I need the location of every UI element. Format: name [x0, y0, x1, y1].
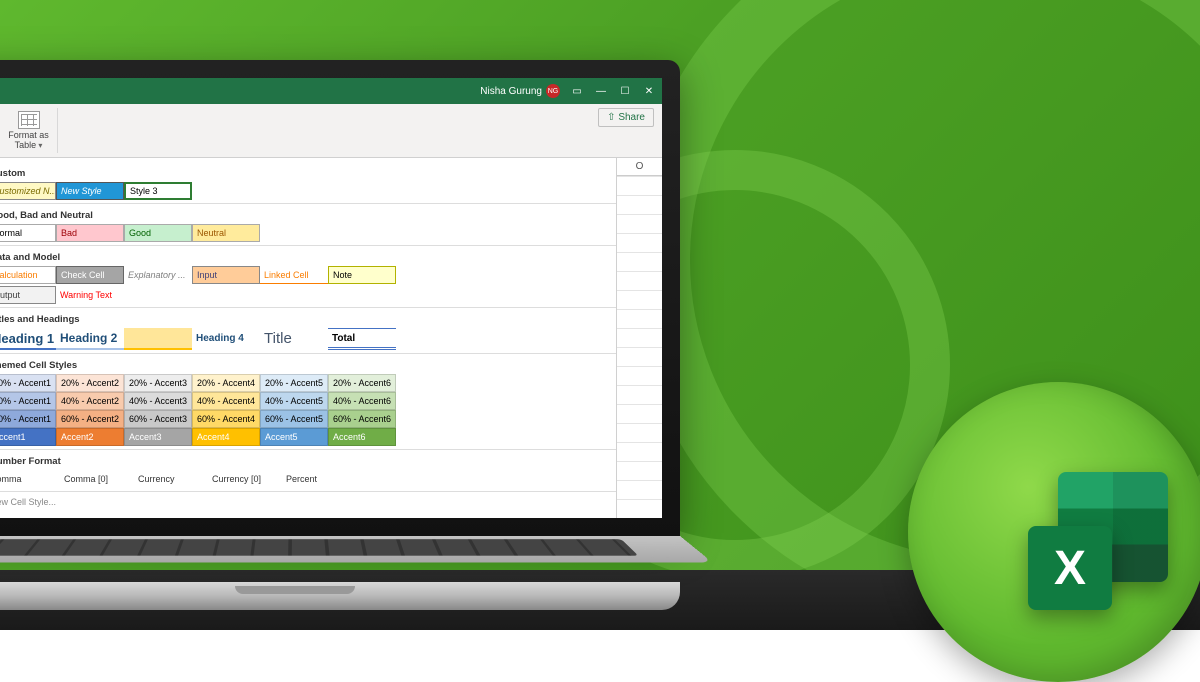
style-swatch[interactable]: Explanatory ... [124, 266, 192, 284]
style-swatch[interactable]: Total [328, 328, 396, 350]
excel-logo-x-icon: X [1028, 526, 1112, 610]
style-swatch[interactable]: Accent3 [124, 428, 192, 446]
number-format-swatch[interactable]: Currency [138, 474, 200, 484]
style-swatch[interactable]: Normal [0, 224, 56, 242]
style-swatch[interactable] [124, 328, 192, 350]
window-titlebar: Nisha Gurung NG ▭ — ☐ ✕ [0, 78, 662, 104]
style-swatch[interactable]: 40% - Accent1 [0, 392, 56, 410]
style-swatch[interactable]: 40% - Accent5 [260, 392, 328, 410]
spreadsheet-right-columns: O [616, 158, 662, 518]
style-swatch[interactable]: 20% - Accent2 [56, 374, 124, 392]
minimize-button[interactable]: — [594, 84, 608, 98]
style-swatch[interactable]: 20% - Accent3 [124, 374, 192, 392]
laptop-frame: Nisha Gurung NG ▭ — ☐ ✕ Conditional Form… [0, 60, 680, 610]
style-swatch[interactable]: 40% - Accent4 [192, 392, 260, 410]
style-swatch[interactable]: 20% - Accent6 [328, 374, 396, 392]
themed-cell-styles-label: Themed Cell Styles [0, 360, 650, 371]
style-swatch[interactable]: Heading 1 [0, 328, 56, 350]
custom-section-label: Custom [0, 168, 650, 179]
number-format-label: Number Format [0, 456, 650, 467]
ribbon: Conditional Formatting Format as Table S… [0, 104, 662, 158]
style-swatch[interactable]: Good [124, 224, 192, 242]
style-swatch[interactable]: 20% - Accent1 [0, 374, 56, 392]
style-swatch[interactable]: Customized N... [0, 182, 56, 200]
style-swatch[interactable]: 60% - Accent1 [0, 410, 56, 428]
style-swatch[interactable]: Heading 2 [56, 328, 124, 350]
good-bad-neutral-label: Good, Bad and Neutral [0, 210, 650, 221]
style-swatch[interactable]: Title [260, 328, 328, 350]
number-format-swatch[interactable]: Comma [0, 474, 52, 484]
ribbon-display-options-icon[interactable]: ▭ [570, 84, 584, 98]
style-swatch[interactable]: 60% - Accent2 [56, 410, 124, 428]
style-swatch[interactable]: 40% - Accent3 [124, 392, 192, 410]
number-format-swatch[interactable]: Comma [0] [64, 474, 126, 484]
number-format-swatch[interactable]: Currency [0] [212, 474, 274, 484]
style-swatch[interactable]: 20% - Accent4 [192, 374, 260, 392]
user-account[interactable]: Nisha Gurung NG [480, 84, 560, 98]
close-button[interactable]: ✕ [642, 84, 656, 98]
cell-styles-gallery: Custom Customized N...New StyleStyle 3 G… [0, 158, 662, 518]
style-swatch[interactable]: Calculation [0, 266, 56, 284]
grid-lines [617, 176, 662, 518]
style-swatch[interactable]: Neutral [192, 224, 260, 242]
style-swatch[interactable]: Warning Text [56, 286, 124, 304]
style-swatch[interactable]: Linked Cell [260, 266, 328, 284]
style-swatch[interactable]: New Style [56, 182, 124, 200]
style-swatch[interactable]: Style 3 [124, 182, 192, 200]
style-swatch[interactable]: Note [328, 266, 396, 284]
style-swatch[interactable]: 40% - Accent2 [56, 392, 124, 410]
style-swatch[interactable]: 20% - Accent5 [260, 374, 328, 392]
laptop-keyboard [0, 536, 713, 562]
style-swatch[interactable]: Check Cell [56, 266, 124, 284]
style-swatch[interactable]: 60% - Accent4 [192, 410, 260, 428]
format-as-table-icon [18, 111, 40, 129]
style-swatch[interactable]: Accent6 [328, 428, 396, 446]
style-swatch[interactable]: 40% - Accent6 [328, 392, 396, 410]
maximize-button[interactable]: ☐ [618, 84, 632, 98]
style-swatch[interactable]: Input [192, 266, 260, 284]
number-format-swatch[interactable]: Percent [286, 474, 348, 484]
share-button[interactable]: Share [598, 108, 654, 127]
style-swatch[interactable]: 60% - Accent3 [124, 410, 192, 428]
titles-and-headings-label: Titles and Headings [0, 314, 650, 325]
format-as-table-button[interactable]: Format as Table [0, 108, 58, 153]
laptop-base [0, 582, 680, 610]
user-name-label: Nisha Gurung [480, 86, 542, 97]
style-swatch[interactable]: Accent1 [0, 428, 56, 446]
style-swatch[interactable]: Heading 4 [192, 328, 260, 350]
style-swatch[interactable]: Bad [56, 224, 124, 242]
style-swatch[interactable]: Output [0, 286, 56, 304]
excel-window: Nisha Gurung NG ▭ — ☐ ✕ Conditional Form… [0, 78, 662, 518]
style-swatch[interactable]: Accent2 [56, 428, 124, 446]
user-avatar-badge: NG [546, 84, 560, 98]
column-header[interactable]: O [617, 158, 662, 175]
excel-logo: X [1028, 472, 1168, 612]
style-swatch[interactable]: 60% - Accent6 [328, 410, 396, 428]
new-cell-style-button[interactable]: New Cell Style... [0, 495, 650, 509]
style-swatch[interactable]: 60% - Accent5 [260, 410, 328, 428]
data-and-model-label: Data and Model [0, 252, 650, 263]
style-swatch[interactable]: Accent5 [260, 428, 328, 446]
format-as-table-label: Format as Table [8, 131, 49, 151]
style-swatch[interactable]: Accent4 [192, 428, 260, 446]
